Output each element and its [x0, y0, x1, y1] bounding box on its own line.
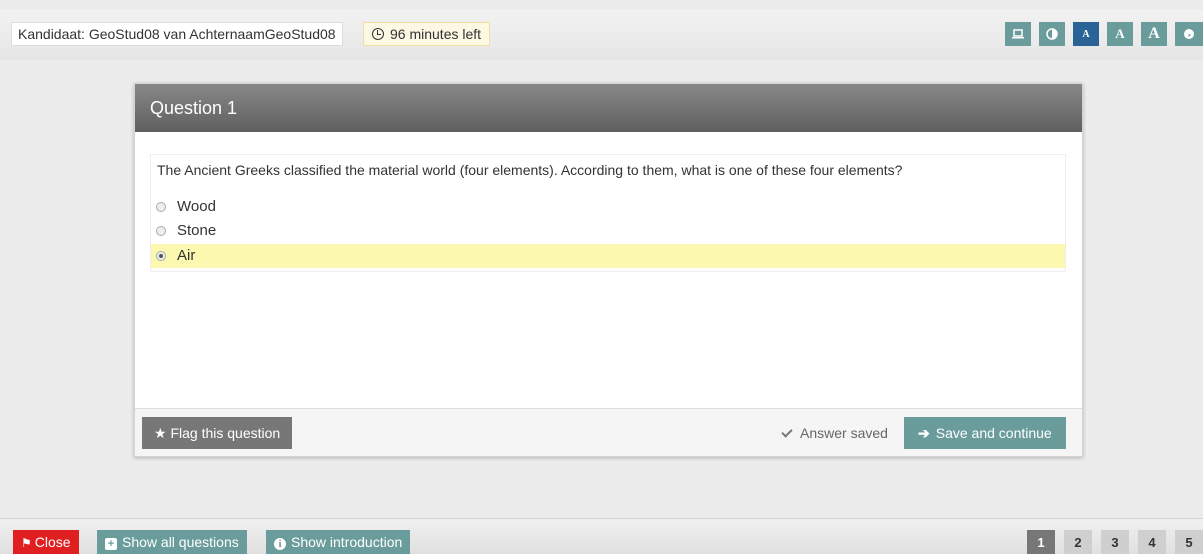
page-3-button[interactable]: 3: [1101, 530, 1129, 554]
page-2-button[interactable]: 2: [1064, 530, 1092, 554]
show-introduction-button[interactable]: i Show introduction: [266, 530, 411, 554]
show-intro-label: Show introduction: [291, 534, 403, 550]
question-text: The Ancient Greeks classified the materi…: [157, 162, 903, 178]
save-label: Save and continue: [935, 425, 1052, 441]
close-label: Close: [34, 534, 71, 550]
radio-button[interactable]: [156, 202, 166, 212]
bottom-bar: ⚑ Close + Show all questions i Show introdu…: [0, 518, 1203, 554]
question-pagination: 1 2 3 4 5: [1018, 530, 1203, 554]
answer-saved-status: Answer saved: [781, 417, 888, 449]
laptop-icon[interactable]: [1005, 22, 1031, 46]
option-label: Stone: [177, 222, 217, 239]
option-label: Wood: [177, 198, 216, 215]
flag-icon: ⚑: [21, 536, 32, 550]
question-body: The Ancient Greeks classified the materi…: [150, 154, 1066, 272]
radio-button-checked[interactable]: [156, 251, 166, 261]
option-wood[interactable]: Wood: [151, 195, 1065, 219]
radio-button[interactable]: [156, 226, 166, 236]
globe-icon[interactable]: [1175, 22, 1203, 46]
check-icon: [781, 426, 793, 438]
save-and-continue-button[interactable]: ➔ Save and continue: [904, 417, 1066, 449]
page-4-button[interactable]: 4: [1138, 530, 1166, 554]
option-air[interactable]: Air: [151, 244, 1065, 268]
flag-label: Flag this question: [170, 425, 281, 441]
plus-square-icon: +: [105, 538, 117, 550]
font-large-icon[interactable]: A: [1141, 22, 1167, 46]
font-medium-icon[interactable]: A: [1107, 22, 1133, 46]
option-stone[interactable]: Stone: [151, 219, 1065, 243]
card-footer: ★ Flag this question Answer saved ➔ Save …: [135, 408, 1082, 456]
timer-text: 96 minutes left: [390, 26, 482, 42]
timer-badge: 96 minutes left: [363, 22, 491, 46]
show-all-label: Show all questions: [122, 534, 239, 550]
clock-icon: [372, 28, 384, 40]
page-1-button[interactable]: 1: [1027, 530, 1055, 554]
candidate-name: Kandidaat: GeoStud08 van AchternaamGeoSt…: [11, 22, 343, 46]
flag-question-button[interactable]: ★ Flag this question: [142, 417, 293, 449]
question-card: Question 1 The Ancient Greeks classified…: [134, 83, 1083, 457]
close-button[interactable]: ⚑ Close: [13, 530, 79, 554]
arrow-right-icon: ➔: [918, 425, 930, 441]
toolbar: A A A: [997, 22, 1203, 46]
show-all-questions-button[interactable]: + Show all questions: [97, 530, 247, 554]
star-icon: ★: [154, 425, 171, 441]
answer-saved-text: Answer saved: [800, 425, 888, 441]
question-title: Question 1: [135, 84, 1082, 132]
font-small-icon[interactable]: A: [1073, 22, 1099, 46]
page-5-button[interactable]: 5: [1175, 530, 1203, 554]
info-icon: i: [274, 538, 286, 550]
option-label: Air: [177, 247, 196, 264]
contrast-icon[interactable]: [1039, 22, 1065, 46]
top-bar: Kandidaat: GeoStud08 van AchternaamGeoSt…: [0, 10, 1203, 60]
